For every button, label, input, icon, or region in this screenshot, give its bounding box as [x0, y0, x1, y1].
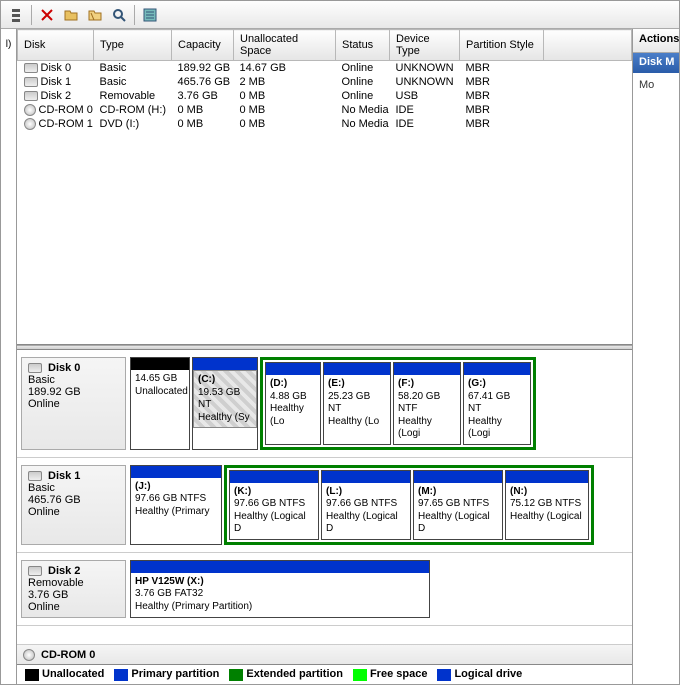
disk-row: Disk 0Basic189.92 GBOnline14.65 GBUnallo… — [17, 350, 632, 458]
cd-row[interactable]: CD-ROM 0 — [17, 644, 632, 664]
partition[interactable]: (J:)97.66 GB NTFSHealthy (Primary — [130, 465, 222, 545]
folder-icon[interactable] — [84, 4, 106, 26]
disk-icon — [24, 91, 38, 101]
disk-table-panel: DiskTypeCapacityUnallocated SpaceStatusD… — [17, 29, 632, 345]
disk-info[interactable]: Disk 1Basic465.76 GBOnline — [21, 465, 126, 545]
disk-icon — [28, 471, 42, 481]
legend-label: Unallocated — [42, 668, 104, 680]
cd-icon — [24, 104, 36, 116]
disk-icon — [24, 63, 38, 73]
legend-label: Primary partition — [131, 668, 219, 680]
col-header[interactable]: Disk — [18, 30, 94, 61]
cd-icon — [24, 118, 36, 130]
partition-strip — [131, 358, 189, 370]
partition-strip — [394, 363, 460, 375]
extended-partition: (D:)4.88 GBHealthy (Lo(E:)25.23 GB NTHea… — [260, 357, 536, 450]
partition-strip — [230, 471, 318, 483]
disk-icon — [24, 77, 38, 87]
actions-header: Actions — [633, 29, 679, 53]
table-row[interactable]: Disk 1Basic465.76 GB2 MBOnlineUNKNOWNMBR — [18, 75, 632, 89]
partition-strip — [131, 466, 221, 478]
partition[interactable]: (L:)97.66 GB NTFSHealthy (Logical D — [321, 470, 411, 540]
legend-label: Extended partition — [246, 668, 343, 680]
legend-label: Free space — [370, 668, 427, 680]
partition[interactable]: (C:)19.53 GB NTHealthy (Sy — [192, 357, 258, 450]
partition[interactable]: (G:)67.41 GB NTHealthy (Logi — [463, 362, 531, 445]
partition-strip — [324, 363, 390, 375]
disk-row: Disk 1Basic465.76 GBOnline(J:)97.66 GB N… — [17, 458, 632, 553]
legend-swatch — [114, 669, 128, 681]
col-header[interactable]: Status — [336, 30, 390, 61]
partition[interactable]: (M:)97.65 GB NTFSHealthy (Logical D — [413, 470, 503, 540]
graphical-view: Disk 0Basic189.92 GBOnline14.65 GBUnallo… — [17, 350, 632, 644]
partition-strip — [266, 363, 320, 375]
cd-row-label: CD-ROM 0 — [41, 649, 95, 661]
col-header[interactable]: Capacity — [172, 30, 234, 61]
partition[interactable]: 14.65 GBUnallocated — [130, 357, 190, 450]
partition-strip — [414, 471, 502, 483]
disk-info[interactable]: Disk 0Basic189.92 GBOnline — [21, 357, 126, 450]
partition[interactable]: (F:)58.20 GB NTFHealthy (Logi — [393, 362, 461, 445]
partition[interactable]: HP V125W (X:)3.76 GB FAT32Healthy (Prima… — [130, 560, 430, 618]
disk-icon — [28, 566, 42, 576]
toolbar — [1, 1, 679, 29]
legend-swatch — [25, 669, 39, 681]
open-icon[interactable] — [60, 4, 82, 26]
table-row[interactable]: CD-ROM 0CD-ROM (H:)0 MB0 MBNo MediaIDEMB… — [18, 103, 632, 117]
actions-panel: Actions Disk M Mo — [633, 29, 679, 684]
del-icon[interactable] — [36, 4, 58, 26]
disk-row: Disk 2Removable3.76 GBOnlineHP V125W (X:… — [17, 553, 632, 626]
partition[interactable]: (E:)25.23 GB NTHealthy (Lo — [323, 362, 391, 445]
partition-strip — [193, 358, 257, 370]
disk-icon — [28, 363, 42, 373]
partition[interactable]: (D:)4.88 GBHealthy (Lo — [265, 362, 321, 445]
col-header[interactable]: Partition Style — [460, 30, 544, 61]
partition-strip — [506, 471, 588, 483]
extended-partition: (K:)97.66 GB NTFSHealthy (Logical D(L:)9… — [224, 465, 594, 545]
col-header[interactable]: Device Type — [390, 30, 460, 61]
nav-icon[interactable] — [5, 4, 27, 26]
table-row[interactable]: CD-ROM 1DVD (I:)0 MB0 MBNo MediaIDEMBR — [18, 117, 632, 131]
actions-title[interactable]: Disk M — [633, 53, 679, 73]
left-sliver: l) — [1, 29, 17, 684]
legend-label: Logical drive — [454, 668, 522, 680]
cd-icon — [23, 649, 35, 661]
partition[interactable]: (N:)75.12 GB NTFSHealthy (Logical — [505, 470, 589, 540]
partition[interactable]: (K:)97.66 GB NTFSHealthy (Logical D — [229, 470, 319, 540]
disk-info[interactable]: Disk 2Removable3.76 GBOnline — [21, 560, 126, 618]
search-icon[interactable] — [108, 4, 130, 26]
col-header[interactable]: Type — [94, 30, 172, 61]
legend: Unallocated Primary partition Extended par… — [17, 664, 632, 684]
partition-strip — [464, 363, 530, 375]
col-header[interactable]: Unallocated Space — [234, 30, 336, 61]
partition-strip — [322, 471, 410, 483]
table-row[interactable]: Disk 0Basic189.92 GB14.67 GBOnlineUNKNOW… — [18, 61, 632, 76]
list-icon[interactable] — [139, 4, 161, 26]
partition-strip — [131, 561, 429, 573]
legend-swatch — [437, 669, 451, 681]
table-row[interactable]: Disk 2Removable3.76 GB0 MBOnlineUSBMBR — [18, 89, 632, 103]
legend-swatch — [353, 669, 367, 681]
legend-swatch — [229, 669, 243, 681]
actions-more[interactable]: Mo — [633, 73, 679, 97]
